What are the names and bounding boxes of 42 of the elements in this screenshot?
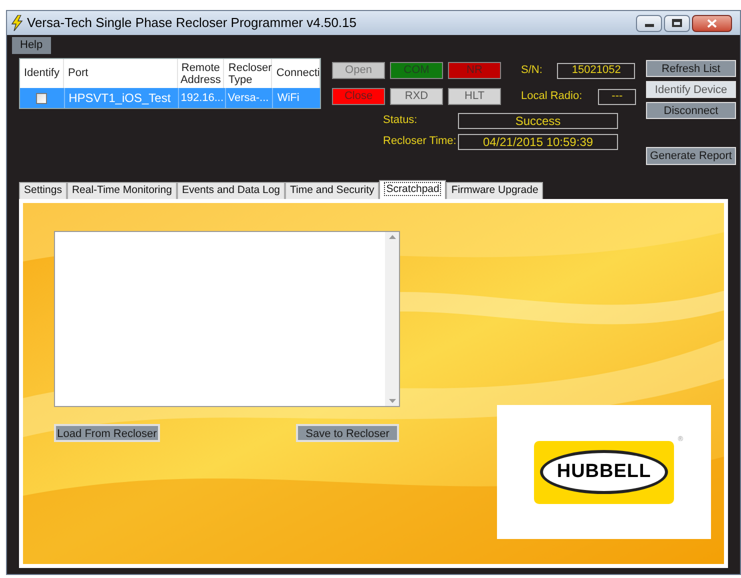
tab[interactable]: Settings bbox=[19, 182, 67, 199]
tab[interactable]: Scratchpad bbox=[379, 180, 446, 199]
status-indicator: COM bbox=[390, 62, 443, 79]
scroll-up-icon[interactable] bbox=[388, 235, 396, 239]
table-cell: Versa-... bbox=[224, 88, 272, 108]
serial-number-field: 15021052 bbox=[557, 62, 636, 78]
table-cell: HPSVT1_iOS_Test bbox=[64, 88, 178, 108]
tab[interactable]: Real-Time Monitoring bbox=[66, 182, 177, 199]
save-to-recloser-button[interactable]: Save to Recloser bbox=[296, 424, 399, 442]
table-row[interactable]: HPSVT1_iOS_Test 192.16... Versa-... WiFi bbox=[20, 88, 320, 108]
table-cell: 192.16... bbox=[178, 88, 225, 108]
checkbox[interactable] bbox=[36, 92, 48, 104]
tab[interactable]: Firmware Upgrade bbox=[446, 182, 544, 199]
side-button[interactable]: Refresh List bbox=[646, 60, 736, 77]
minimize-icon[interactable] bbox=[636, 14, 662, 32]
tab[interactable]: Time and Security bbox=[285, 182, 380, 199]
maximize-icon[interactable] bbox=[664, 14, 690, 32]
tab[interactable]: Events and Data Log bbox=[176, 182, 286, 199]
sn-label: S/N: bbox=[521, 63, 542, 78]
generate-report-button[interactable]: Generate Report bbox=[646, 147, 736, 165]
side-button[interactable]: Disconnect bbox=[646, 102, 736, 119]
scroll-down-icon[interactable] bbox=[388, 399, 396, 403]
local-radio-label: Local Radio: bbox=[521, 89, 582, 104]
status-field: Success bbox=[458, 112, 618, 128]
logo-text: HUBBELL bbox=[556, 460, 652, 484]
local-radio-field: --- bbox=[598, 88, 636, 104]
status-indicator: HLT bbox=[448, 88, 501, 105]
lightning-icon bbox=[11, 15, 23, 31]
status-indicator: RXD bbox=[390, 88, 443, 105]
table-cell: WiFi bbox=[272, 88, 320, 108]
status-indicator: Close bbox=[332, 88, 385, 105]
recloser-time-label: Recloser Time: bbox=[383, 134, 458, 150]
status-indicator: NR bbox=[448, 62, 501, 79]
recloser-time-field: 04/21/2015 10:59:39 bbox=[458, 134, 618, 150]
status-indicator: Open bbox=[332, 62, 385, 79]
close-icon[interactable] bbox=[692, 14, 732, 32]
side-button[interactable]: Identify Device bbox=[646, 81, 736, 98]
status-label: Status: bbox=[383, 113, 418, 128]
window-title: Versa-Tech Single Phase Recloser Programmer v4.50.15 bbox=[27, 14, 356, 32]
menu-item[interactable]: Help bbox=[12, 37, 51, 54]
load-from-recloser-button[interactable]: Load From Recloser bbox=[54, 424, 160, 442]
scrollbar[interactable] bbox=[385, 232, 399, 406]
